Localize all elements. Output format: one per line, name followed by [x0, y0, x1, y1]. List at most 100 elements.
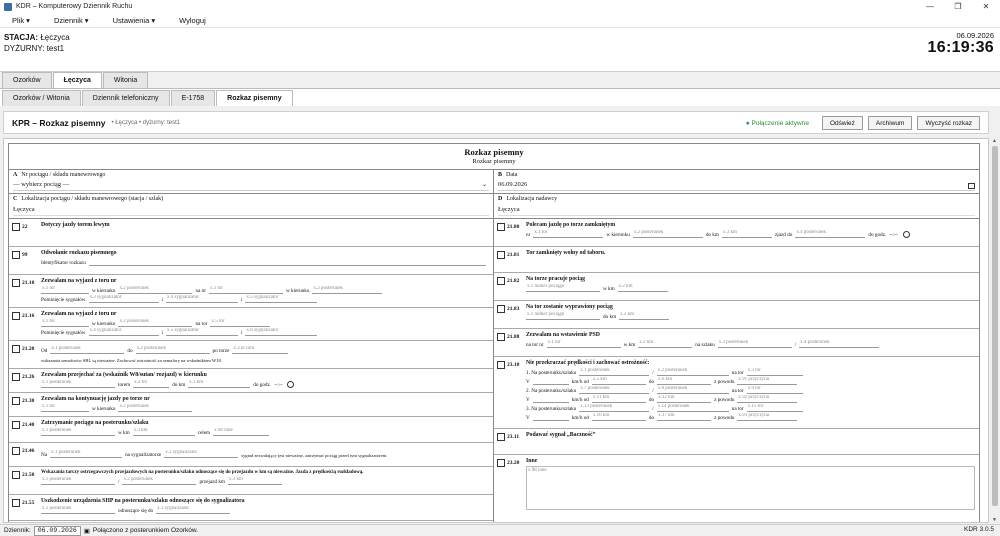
scroll-down-icon[interactable]: ▼: [992, 517, 997, 523]
input-x2[interactable]: x.2 tor: [133, 380, 170, 388]
input-v1[interactable]: [532, 377, 569, 385]
input-x3[interactable]: x.3 km: [188, 380, 251, 388]
refresh-button[interactable]: Odśwież: [821, 116, 863, 130]
input-x2[interactable]: x.2 sygnalizator: [164, 450, 239, 458]
clock-icon[interactable]: [902, 231, 910, 238]
input-x91[interactable]: x.91 przyczyna: [737, 377, 798, 385]
input-x4[interactable]: x.4 sygnalizator: [88, 328, 159, 336]
input-x8[interactable]: x.8 posterunek: [656, 386, 729, 394]
input-x3[interactable]: x.3 sygnalizator: [88, 295, 159, 303]
archive-button[interactable]: Archiwum: [867, 116, 913, 130]
input-x15[interactable]: x.15 tor: [746, 404, 803, 412]
input-x4[interactable]: x.4 posterunek: [799, 340, 880, 348]
input-x17[interactable]: x.17 km: [657, 413, 712, 421]
input-x3[interactable]: x.3 sygnalizator: [156, 506, 231, 514]
checkbox-21-20[interactable]: [12, 345, 20, 353]
input-x2[interactable]: x.2 posterunek: [118, 319, 193, 327]
tab-ozorkow[interactable]: Ozorków: [2, 72, 52, 88]
checkbox-21-46[interactable]: [12, 447, 20, 455]
tab-dziennik-telefoniczny[interactable]: Dziennik telefoniczny: [81, 90, 170, 106]
input-x1[interactable]: x.1 numer pociągu: [526, 312, 600, 320]
minimize-icon[interactable]: —: [916, 0, 944, 13]
menu-wyloguj[interactable]: Wyloguj: [171, 16, 214, 25]
checkbox-21-50[interactable]: [12, 471, 20, 479]
tab-ozorkow-witonia[interactable]: Ozorków / Witonia: [2, 90, 81, 106]
checkbox-23-20[interactable]: [497, 459, 505, 467]
input-x9[interactable]: x.9 tor: [746, 386, 803, 394]
train-select[interactable]: — wybierz pociąg — ⌄: [13, 181, 489, 191]
input-x11[interactable]: x.11 km: [591, 395, 646, 403]
tab-witonia[interactable]: Witonia: [102, 72, 149, 88]
input-x1[interactable]: x.1 tor: [41, 404, 89, 412]
input-x1[interactable]: x.1 tor: [546, 340, 621, 348]
input-x1[interactable]: x.1 numer pociągu: [526, 284, 600, 292]
checkbox-99[interactable]: [12, 251, 20, 259]
other-textarea[interactable]: x.98 inne: [526, 466, 975, 510]
input-x1[interactable]: x.1 tor: [41, 286, 89, 294]
scrollbar-thumb[interactable]: [992, 146, 998, 506]
input-x3[interactable]: x.3 nr toru: [232, 346, 289, 354]
input-x1[interactable]: x.1 tor: [41, 319, 89, 327]
input-x5b[interactable]: x.5 sygnalizator: [165, 328, 238, 336]
calendar-icon[interactable]: [968, 183, 975, 189]
input-x5[interactable]: x.5 sygnalizator: [245, 295, 318, 303]
input-x2[interactable]: x.2 posterunek: [656, 368, 729, 376]
input-x14[interactable]: x.14 posterunek: [656, 404, 729, 412]
maximize-icon[interactable]: ❐: [944, 0, 972, 13]
input-x93[interactable]: x.93 przyczyna: [737, 413, 798, 421]
input-x2[interactable]: x.2 posterunek: [118, 286, 193, 294]
clock-icon[interactable]: [287, 381, 295, 388]
checkbox-21-26[interactable]: [12, 373, 20, 381]
scroll-up-icon[interactable]: ▲: [992, 138, 997, 144]
input-x2[interactable]: x.2 km: [617, 284, 668, 292]
input-x2[interactable]: x.2 km: [638, 340, 693, 348]
input-x5[interactable]: x.5 tor: [210, 319, 271, 327]
journal-date-input[interactable]: 06.09.2026: [33, 525, 81, 536]
input-x2[interactable]: x.2 posterunek: [118, 404, 193, 412]
checkbox-22[interactable]: [12, 223, 20, 231]
close-icon[interactable]: ✕: [972, 0, 1000, 13]
time-input[interactable]: --:--: [889, 232, 897, 238]
input-x16[interactable]: x.16 km: [591, 413, 646, 421]
tab-rozkaz-pisemny[interactable]: Rozkaz pisemny: [216, 90, 293, 106]
input-v3[interactable]: [532, 413, 569, 421]
input-x3[interactable]: x.3 posterunek: [717, 340, 792, 348]
input-x1[interactable]: x.1 posterunek: [41, 477, 115, 485]
vertical-scrollbar[interactable]: ▲ ▼: [991, 138, 999, 523]
input-x3[interactable]: x.3 km: [227, 477, 282, 485]
sender-location-input[interactable]: Łęczyca: [498, 206, 975, 216]
date-input[interactable]: 06.09.2026: [498, 181, 975, 191]
train-location-input[interactable]: Łęczyca: [13, 206, 489, 216]
checkbox-21-82[interactable]: [497, 277, 505, 285]
input-x4[interactable]: x.4 sygnalizator: [165, 295, 238, 303]
time-input[interactable]: --:--: [274, 382, 282, 388]
input-x5[interactable]: x.5 km: [591, 377, 646, 385]
input-x1[interactable]: x.1 posterunek: [579, 368, 650, 376]
input-x3[interactable]: x.3 km: [721, 230, 772, 238]
input-x6[interactable]: x.6 sygnalizator: [245, 328, 318, 336]
input-x1b[interactable]: x.1 tor: [209, 286, 283, 294]
input-x2b[interactable]: x.2 posterunek: [312, 286, 383, 294]
checkbox-23-10[interactable]: [497, 361, 505, 369]
clear-order-button[interactable]: Wyczyść rozkaz: [917, 116, 980, 130]
input-x13[interactable]: x.13 posterunek: [579, 404, 650, 412]
input-x1[interactable]: x.1 posterunek: [50, 450, 123, 458]
checkbox-21-10[interactable]: [12, 279, 20, 287]
input-x6[interactable]: x.6 km: [657, 377, 712, 385]
input-v2[interactable]: [532, 395, 569, 403]
input-x7[interactable]: x.7 posterunek: [579, 386, 650, 394]
tab-leczyca[interactable]: Łęczyca: [52, 72, 102, 88]
checkbox-21-16[interactable]: [12, 312, 20, 320]
input-x1[interactable]: x.1 tor: [533, 230, 604, 238]
input-x4[interactable]: x.4 posterunek: [795, 230, 866, 238]
checkbox-21-83[interactable]: [497, 305, 505, 313]
input-x1[interactable]: x.1 posterunek: [41, 380, 115, 388]
checkbox-21-81[interactable]: [497, 251, 505, 259]
input-x2[interactable]: x.2 km: [619, 312, 670, 320]
input-x1[interactable]: x.1 posterunek: [41, 506, 115, 514]
calendar-icon[interactable]: ▣: [84, 527, 90, 535]
input-x2[interactable]: x.2 posterunek: [135, 346, 210, 354]
input-x2[interactable]: x.2 posterunek: [122, 477, 197, 485]
input-x92[interactable]: x.92 przyczyna: [737, 395, 798, 403]
input-x1[interactable]: x.1 posterunek: [41, 428, 115, 436]
